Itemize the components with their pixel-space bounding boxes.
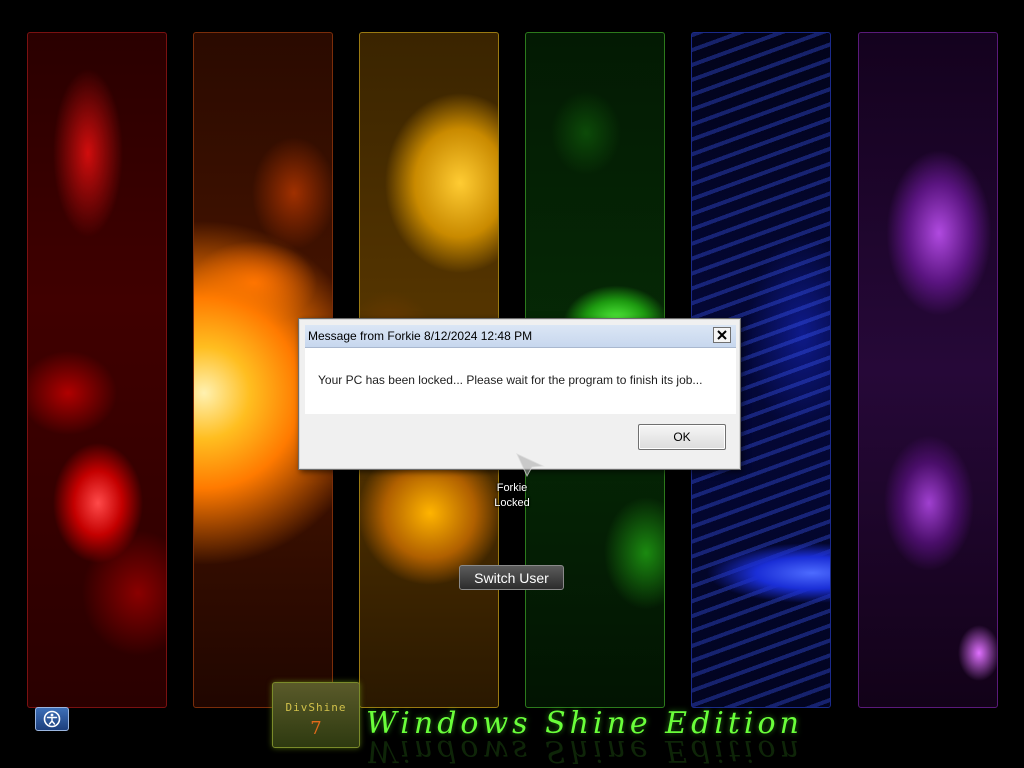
purple-wallpaper-panel: [858, 32, 998, 708]
user-name: Forkie: [496, 482, 528, 494]
lock-screen: Forkie Locked Switch User DivShine 7 Win…: [0, 0, 1024, 768]
ease-of-access-button[interactable]: [35, 707, 69, 731]
logo-number: 7: [310, 718, 322, 739]
dialog-body: Your PC has been locked... Please wait f…: [305, 348, 736, 414]
message-dialog: Message from Forkie 8/12/2024 12:48 PM Y…: [298, 318, 741, 470]
red-wallpaper-panel: [27, 32, 167, 708]
close-button[interactable]: [713, 327, 731, 343]
edition-title: Windows Shine Edition: [366, 706, 803, 741]
switch-user-button[interactable]: Switch User: [459, 565, 564, 590]
dialog-titlebar[interactable]: Message from Forkie 8/12/2024 12:48 PM: [305, 325, 736, 348]
divshine-logo: DivShine 7: [272, 682, 360, 748]
dialog-message: Your PC has been locked... Please wait f…: [318, 373, 703, 387]
close-icon: [717, 330, 727, 340]
edition-title-reflection: Windows Shine Edition: [366, 740, 803, 768]
logo-text: DivShine: [285, 701, 347, 714]
ease-of-access-icon: [43, 710, 61, 728]
user-status: Locked: [494, 497, 530, 509]
cursor-icon: [515, 452, 545, 478]
ok-button[interactable]: OK: [638, 424, 726, 450]
dialog-title: Message from Forkie 8/12/2024 12:48 PM: [308, 329, 533, 343]
